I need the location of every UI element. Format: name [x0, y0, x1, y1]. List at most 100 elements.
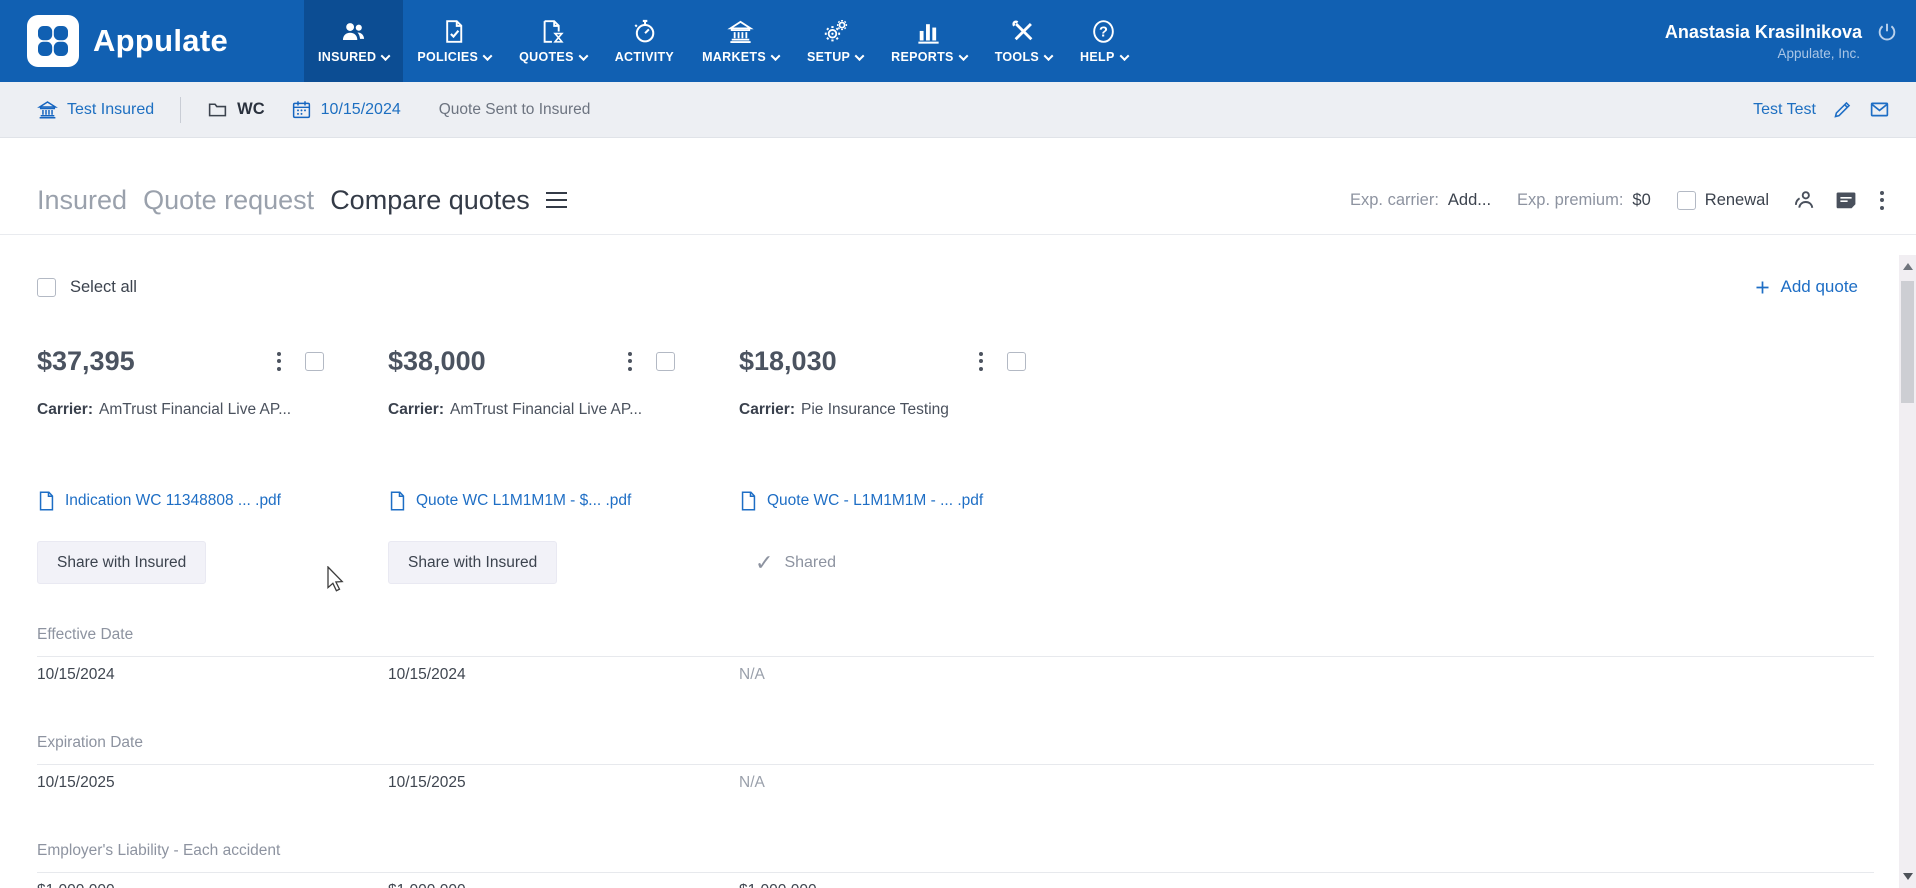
quote-checkbox[interactable] — [305, 352, 324, 371]
carrier-label: Carrier: — [739, 401, 795, 419]
renewal-label: Renewal — [1705, 191, 1769, 210]
scrollbar-thumb[interactable] — [1901, 281, 1914, 403]
folder-icon — [207, 99, 228, 120]
edit-pencil-icon[interactable] — [1832, 99, 1853, 120]
line-of-business[interactable]: WC — [207, 99, 265, 120]
effective-date: 10/15/2024 — [321, 101, 401, 119]
tab-quote-request[interactable]: Quote request — [143, 185, 314, 216]
nav-item-markets[interactable]: MARKETS — [688, 0, 793, 82]
divider — [37, 764, 1874, 765]
nav-item-tools[interactable]: TOOLS — [981, 0, 1066, 82]
nav-label: INSURED — [318, 50, 376, 64]
tab-insured[interactable]: Insured — [37, 185, 127, 216]
nav-item-reports[interactable]: REPORTS — [877, 0, 981, 82]
clover-logo-icon — [27, 15, 79, 67]
share-with-insured-button[interactable]: Share with Insured — [37, 541, 206, 584]
add-quote-label: Add quote — [1780, 277, 1858, 297]
exp-carrier-add-link[interactable]: Add... — [1448, 191, 1491, 210]
nav-item-quotes[interactable]: QUOTES — [505, 0, 601, 82]
select-all-row: Select all — [37, 272, 137, 302]
assigned-people-icon[interactable] — [1792, 188, 1816, 212]
nav-item-policies[interactable]: POLICIES — [403, 0, 505, 82]
comparison-row-label: Employer's Liability - Each accident — [37, 836, 280, 866]
top-navbar: Appulate INSURED POLICIES QUOTES ACTIVIT… — [0, 0, 1916, 82]
nav-item-help[interactable]: ? HELP — [1066, 0, 1142, 82]
renewal-checkbox[interactable] — [1677, 191, 1696, 210]
insured-link[interactable]: Test Insured — [37, 99, 154, 120]
quote-card-header: $37,395 — [37, 338, 388, 384]
exp-premium-value: $0 — [1632, 191, 1650, 210]
comparison-value: N/A — [739, 666, 1090, 684]
document-hourglass-icon — [539, 18, 566, 45]
chevron-down-icon — [1044, 51, 1054, 61]
gears-icon — [822, 18, 849, 45]
chevron-down-icon — [855, 51, 865, 61]
quote-menu-kebab-icon[interactable] — [624, 350, 636, 373]
bar-chart-icon — [915, 18, 942, 45]
exp-carrier-label: Exp. carrier: — [1350, 191, 1439, 210]
mail-envelope-icon[interactable] — [1869, 99, 1890, 120]
calendar-icon — [291, 99, 312, 120]
nav-item-activity[interactable]: ACTIVITY — [601, 0, 688, 82]
quote-card-header: $18,030 — [739, 338, 1090, 384]
logout-power-icon[interactable] — [1876, 21, 1898, 43]
nav-label: TOOLS — [995, 50, 1039, 64]
check-icon: ✓ — [755, 550, 773, 576]
comparison-row-values: 10/15/2024 10/15/2024 N/A — [37, 660, 1090, 690]
chevron-down-icon — [578, 51, 588, 61]
divider — [180, 97, 181, 123]
quote-card-header: $38,000 — [388, 338, 739, 384]
shared-indicator: ✓ Shared — [739, 541, 1090, 584]
carrier-label: Carrier: — [388, 401, 444, 419]
quote-menu-kebab-icon[interactable] — [273, 350, 285, 373]
lob-code: WC — [237, 100, 265, 119]
user-block: Anastasia Krasilnikova Appulate, Inc. — [1665, 21, 1916, 61]
comparison-value: 10/15/2025 — [388, 774, 739, 792]
comparison-row-values: 10/15/2025 10/15/2025 N/A — [37, 768, 1090, 798]
hamburger-menu-icon[interactable] — [546, 192, 567, 209]
select-all-checkbox[interactable] — [37, 278, 56, 297]
comparison-value: $1,000,000 — [739, 882, 1090, 888]
more-options-kebab-icon[interactable] — [1876, 189, 1888, 212]
comparison-value: $1,000,000 — [388, 882, 739, 888]
quote-menu-kebab-icon[interactable] — [975, 350, 987, 373]
quote-prices-row: $37,395 $38,000 $18,030 — [37, 338, 1090, 384]
quote-premium: $38,000 — [388, 346, 486, 377]
nav-label: REPORTS — [891, 50, 954, 64]
nav-label: SETUP — [807, 50, 850, 64]
quote-file-link[interactable]: Indication WC 11348808 ... .pdf — [65, 492, 281, 510]
quote-checkbox[interactable] — [1007, 352, 1026, 371]
scroll-up-arrow[interactable] — [1899, 258, 1916, 275]
comparison-row-label: Expiration Date — [37, 728, 143, 758]
exp-premium-label: Exp. premium: — [1517, 191, 1623, 210]
add-quote-button[interactable]: Add quote — [1754, 272, 1858, 302]
breadcrumb-tabs: Insured Quote request Compare quotes — [37, 185, 530, 216]
comparison-value: 10/15/2025 — [37, 774, 388, 792]
pdf-file-icon — [739, 490, 758, 512]
scroll-down-arrow[interactable] — [1899, 868, 1916, 885]
comparison-row-values: $1,000,000 $1,000,000 $1,000,000 — [37, 876, 1090, 888]
carrier-name: AmTrust Financial Live AP... — [450, 401, 642, 419]
share-with-insured-button[interactable]: Share with Insured — [388, 541, 557, 584]
nav-label: HELP — [1080, 50, 1115, 64]
appulate-logo[interactable]: Appulate — [0, 15, 228, 67]
vertical-scrollbar[interactable] — [1899, 255, 1916, 888]
carrier-name: Pie Insurance Testing — [801, 401, 949, 419]
status-text: Quote Sent to Insured — [439, 101, 591, 119]
chevron-down-icon — [1119, 51, 1129, 61]
comparison-value: N/A — [739, 774, 1090, 792]
effective-date-link[interactable]: 10/15/2024 — [291, 99, 401, 120]
contact-link[interactable]: Test Test — [1753, 101, 1816, 119]
divider — [37, 656, 1874, 657]
nav-item-setup[interactable]: SETUP — [793, 0, 877, 82]
quote-file-link[interactable]: Quote WC L1M1M1M - $... .pdf — [416, 492, 631, 510]
quote-checkbox[interactable] — [656, 352, 675, 371]
notes-icon[interactable] — [1834, 188, 1858, 212]
quote-file-link[interactable]: Quote WC - L1M1M1M - ... .pdf — [767, 492, 983, 510]
nav-label: ACTIVITY — [615, 50, 674, 64]
user-name[interactable]: Anastasia Krasilnikova — [1665, 22, 1862, 43]
bank-icon — [727, 18, 754, 45]
chevron-down-icon — [958, 51, 968, 61]
nav-item-insured[interactable]: INSURED — [304, 0, 403, 82]
carrier-label: Carrier: — [37, 401, 93, 419]
